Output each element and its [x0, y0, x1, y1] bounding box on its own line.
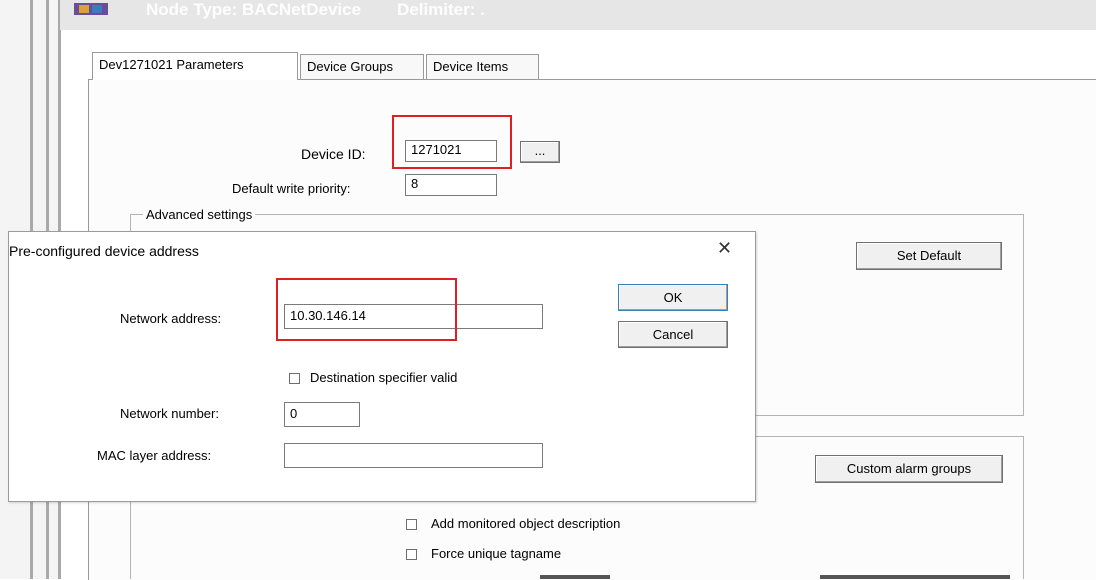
advanced-settings-title: Advanced settings — [143, 207, 256, 222]
browse-button[interactable]: ... — [520, 141, 560, 163]
close-icon[interactable]: ✕ — [717, 238, 732, 259]
tab-parameters[interactable]: Dev1271021 Parameters — [92, 52, 298, 80]
ok-button[interactable]: OK — [618, 284, 728, 311]
delimiter-label: Delimiter: . — [397, 0, 485, 19]
highlight-box — [392, 115, 512, 169]
mac-address-label: MAC layer address: — [97, 448, 212, 463]
write-priority-label: Default write priority: — [232, 181, 351, 196]
set-default-button[interactable]: Set Default — [856, 242, 1002, 270]
network-address-label: Network address: — [120, 311, 222, 326]
highlight-box — [276, 278, 457, 341]
force-unique-label: Force unique tagname — [431, 546, 562, 561]
tab-device-groups[interactable]: Device Groups — [300, 54, 424, 80]
node-type-title: Node Type: BACNetDevice — [146, 0, 362, 19]
node-icon — [74, 3, 108, 15]
write-priority-input[interactable]: 8 — [405, 174, 497, 196]
network-number-input[interactable]: 0 — [284, 402, 360, 427]
tab-device-items[interactable]: Device Items — [426, 54, 539, 80]
destination-specifier-checkbox[interactable] — [289, 373, 300, 384]
dialog-title: Pre-configured device address — [9, 243, 199, 259]
mac-address-input[interactable] — [284, 443, 543, 468]
add-monitored-label: Add monitored object description — [431, 516, 621, 531]
network-number-label: Network number: — [120, 406, 219, 421]
preconfigured-address-dialog: Pre-configured device address ✕ Network … — [8, 231, 756, 502]
custom-alarm-groups-button[interactable]: Custom alarm groups — [815, 455, 1003, 483]
destination-specifier-label: Destination specifier valid — [310, 370, 458, 385]
add-monitored-checkbox[interactable] — [406, 519, 417, 530]
force-unique-checkbox[interactable] — [406, 549, 417, 560]
cropped-text — [820, 575, 1010, 579]
device-id-label: Device ID: — [301, 146, 366, 162]
cancel-button[interactable]: Cancel — [618, 321, 728, 348]
cropped-text — [540, 575, 610, 579]
